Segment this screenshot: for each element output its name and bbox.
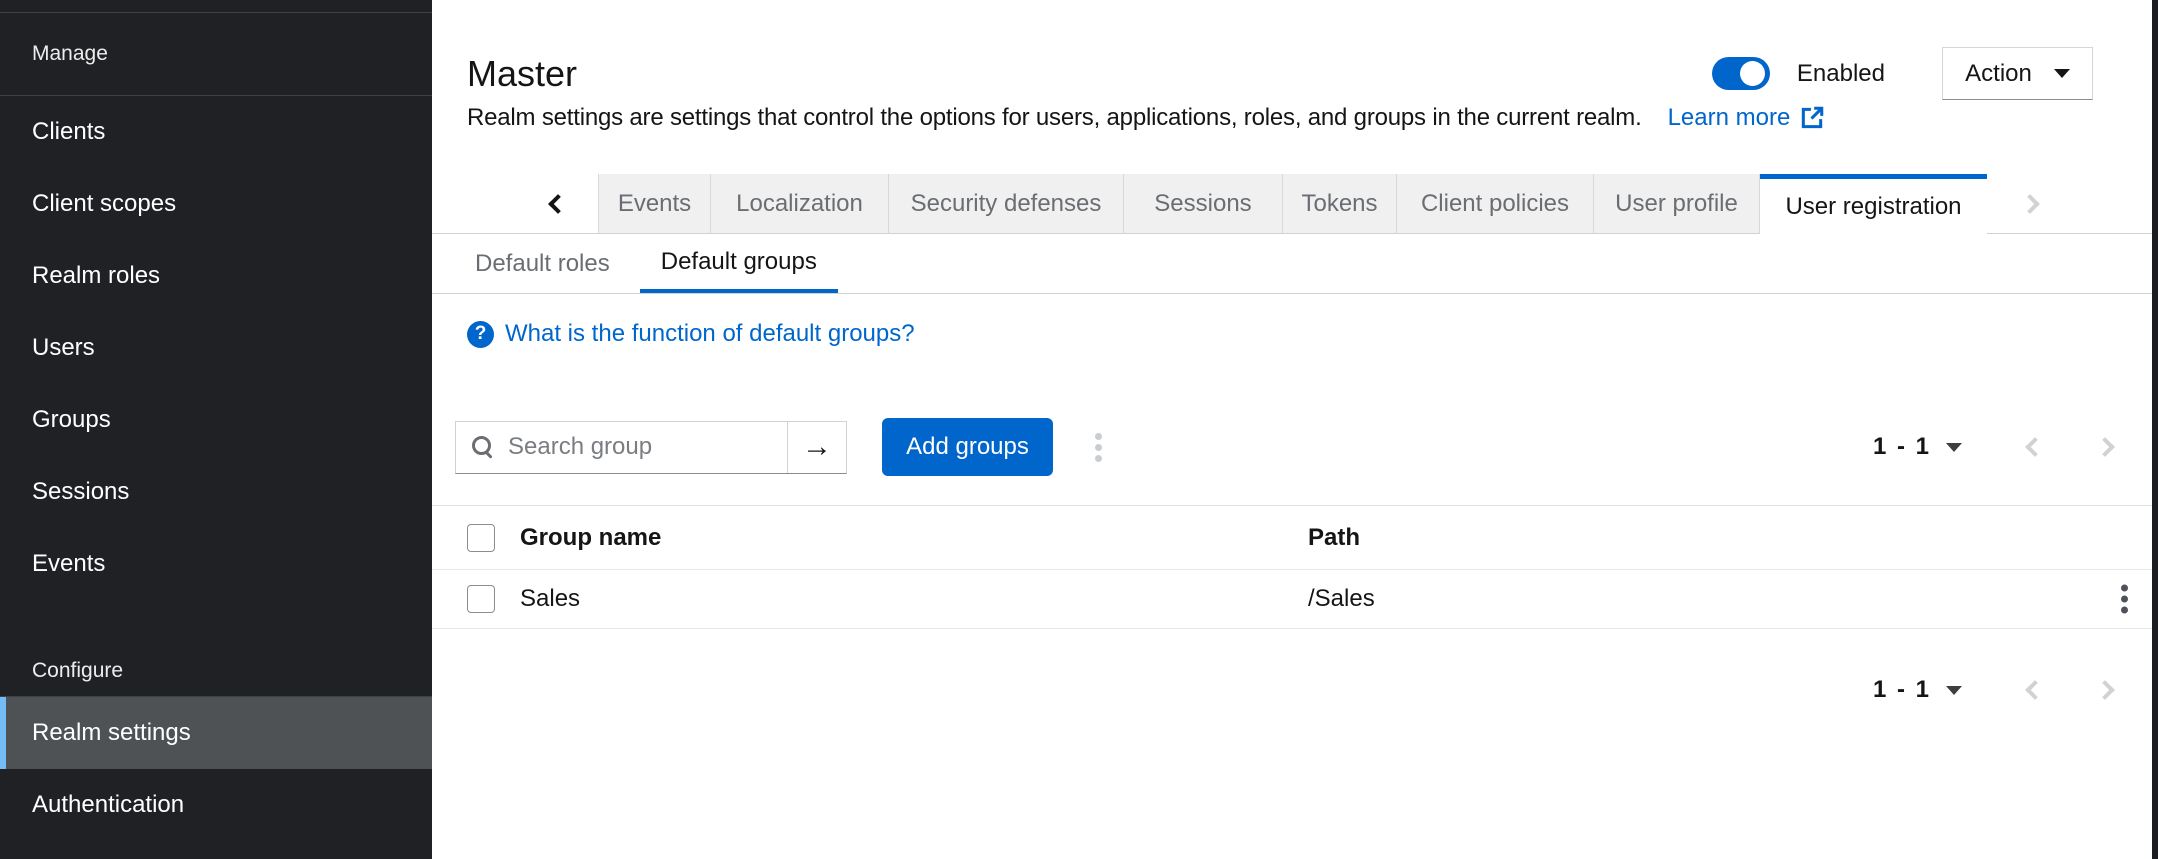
- sidebar-item-sessions[interactable]: Sessions: [0, 456, 432, 528]
- realm-enabled-toggle[interactable]: [1712, 57, 1770, 90]
- sidebar-item-realm-settings[interactable]: Realm settings: [0, 697, 432, 769]
- sidebar: Manage Clients Client scopes Realm roles…: [0, 0, 432, 859]
- admin-console: Manage Clients Client scopes Realm roles…: [0, 0, 2158, 859]
- tab-events[interactable]: Events: [598, 174, 711, 234]
- chevron-left-icon: [548, 194, 568, 214]
- tabs-scroll-left-button[interactable]: [432, 174, 598, 234]
- scrollbar[interactable]: [2152, 0, 2158, 859]
- main-content: Master Enabled Action Realm settings are…: [432, 0, 2158, 859]
- row-group-name: Sales: [520, 585, 580, 613]
- sidebar-item-events[interactable]: Events: [0, 528, 432, 600]
- row-kebab-menu[interactable]: [2111, 575, 2138, 624]
- pagination-prev-button[interactable]: [2025, 437, 2045, 457]
- pagination-top: 1 - 1: [1873, 433, 2146, 461]
- nav-group-configure: Configure: [0, 600, 432, 697]
- page-title: Master: [467, 53, 577, 95]
- column-header-group-name: Group name: [520, 524, 661, 552]
- help-icon: ?: [467, 321, 494, 348]
- tab-user-profile[interactable]: User profile: [1594, 174, 1760, 234]
- subtab-default-groups[interactable]: Default groups: [640, 234, 838, 293]
- select-all-checkbox[interactable]: [467, 524, 495, 552]
- add-groups-button[interactable]: Add groups: [882, 418, 1053, 476]
- nav-group-title-configure: Configure: [0, 659, 123, 683]
- sidebar-item-clients[interactable]: Clients: [0, 96, 432, 168]
- tabs-overflow-area: [1987, 174, 2158, 234]
- sidebar-item-realm-roles[interactable]: Realm roles: [0, 240, 432, 312]
- row-path: /Sales: [1308, 585, 1375, 613]
- tab-user-registration[interactable]: User registration: [1760, 174, 1987, 234]
- action-dropdown-label: Action: [1965, 60, 2032, 88]
- realm-settings-tabs: Events Localization Security defenses Se…: [432, 174, 2158, 234]
- realm-description-row: Realm settings are settings that control…: [467, 101, 1825, 135]
- realm-description: Realm settings are settings that control…: [467, 104, 1642, 132]
- search-submit-button[interactable]: →: [787, 422, 846, 473]
- action-dropdown-button[interactable]: Action: [1942, 47, 2093, 100]
- search-group-input[interactable]: [508, 433, 787, 461]
- sidebar-item-groups[interactable]: Groups: [0, 384, 432, 456]
- sidebar-item-authentication[interactable]: Authentication: [0, 769, 432, 841]
- pagination-next-button[interactable]: [2095, 437, 2115, 457]
- tab-localization[interactable]: Localization: [711, 174, 889, 234]
- pagination-bottom: 1 - 1: [1873, 676, 2146, 704]
- tab-tokens[interactable]: Tokens: [1283, 174, 1397, 234]
- user-registration-subtabs: Default roles Default groups: [432, 234, 2152, 294]
- sidebar-item-client-scopes[interactable]: Client scopes: [0, 168, 432, 240]
- realm-header: Master Enabled Action: [467, 47, 2093, 100]
- row-checkbox[interactable]: [467, 585, 495, 613]
- external-link-icon: [1799, 105, 1825, 131]
- sidebar-top-strip: [0, 0, 432, 13]
- tabs-scroll-right-button[interactable]: [2020, 194, 2040, 214]
- arrow-right-icon: →: [802, 430, 832, 464]
- tab-client-policies[interactable]: Client policies: [1397, 174, 1594, 234]
- default-groups-help-link[interactable]: ? What is the function of default groups…: [467, 317, 915, 351]
- pagination-range: 1 - 1: [1873, 433, 1931, 461]
- search-group-box: →: [455, 421, 847, 474]
- toolbar-kebab-menu[interactable]: [1085, 423, 1112, 472]
- learn-more-link[interactable]: Learn more: [1668, 104, 1826, 132]
- tab-sessions[interactable]: Sessions: [1124, 174, 1283, 234]
- pagination-options-toggle[interactable]: [1946, 443, 1962, 452]
- pagination-options-toggle[interactable]: [1946, 686, 1962, 695]
- subtab-default-roles[interactable]: Default roles: [454, 234, 631, 293]
- pagination-next-button[interactable]: [2095, 680, 2115, 700]
- chevron-down-icon: [2054, 69, 2070, 78]
- enabled-label: Enabled: [1797, 60, 1885, 88]
- search-icon: [471, 435, 495, 459]
- learn-more-label: Learn more: [1668, 104, 1791, 132]
- pagination-prev-button[interactable]: [2025, 680, 2045, 700]
- default-groups-table: Group name Path Sales /Sales: [432, 505, 2152, 629]
- nav-group-manage: Manage: [0, 13, 432, 96]
- nav-group-title-manage: Manage: [0, 42, 108, 66]
- pagination-range: 1 - 1: [1873, 676, 1931, 704]
- sidebar-item-users[interactable]: Users: [0, 312, 432, 384]
- search-field: [456, 422, 787, 473]
- tab-security-defenses[interactable]: Security defenses: [889, 174, 1124, 234]
- help-link-label: What is the function of default groups?: [505, 320, 915, 348]
- column-header-path: Path: [1308, 524, 1360, 552]
- table-row: Sales /Sales: [432, 570, 2152, 629]
- groups-toolbar: → Add groups 1 - 1: [455, 417, 2146, 477]
- pagination-bottom-row: 1 - 1: [1873, 665, 2146, 715]
- table-header-row: Group name Path: [432, 505, 2152, 570]
